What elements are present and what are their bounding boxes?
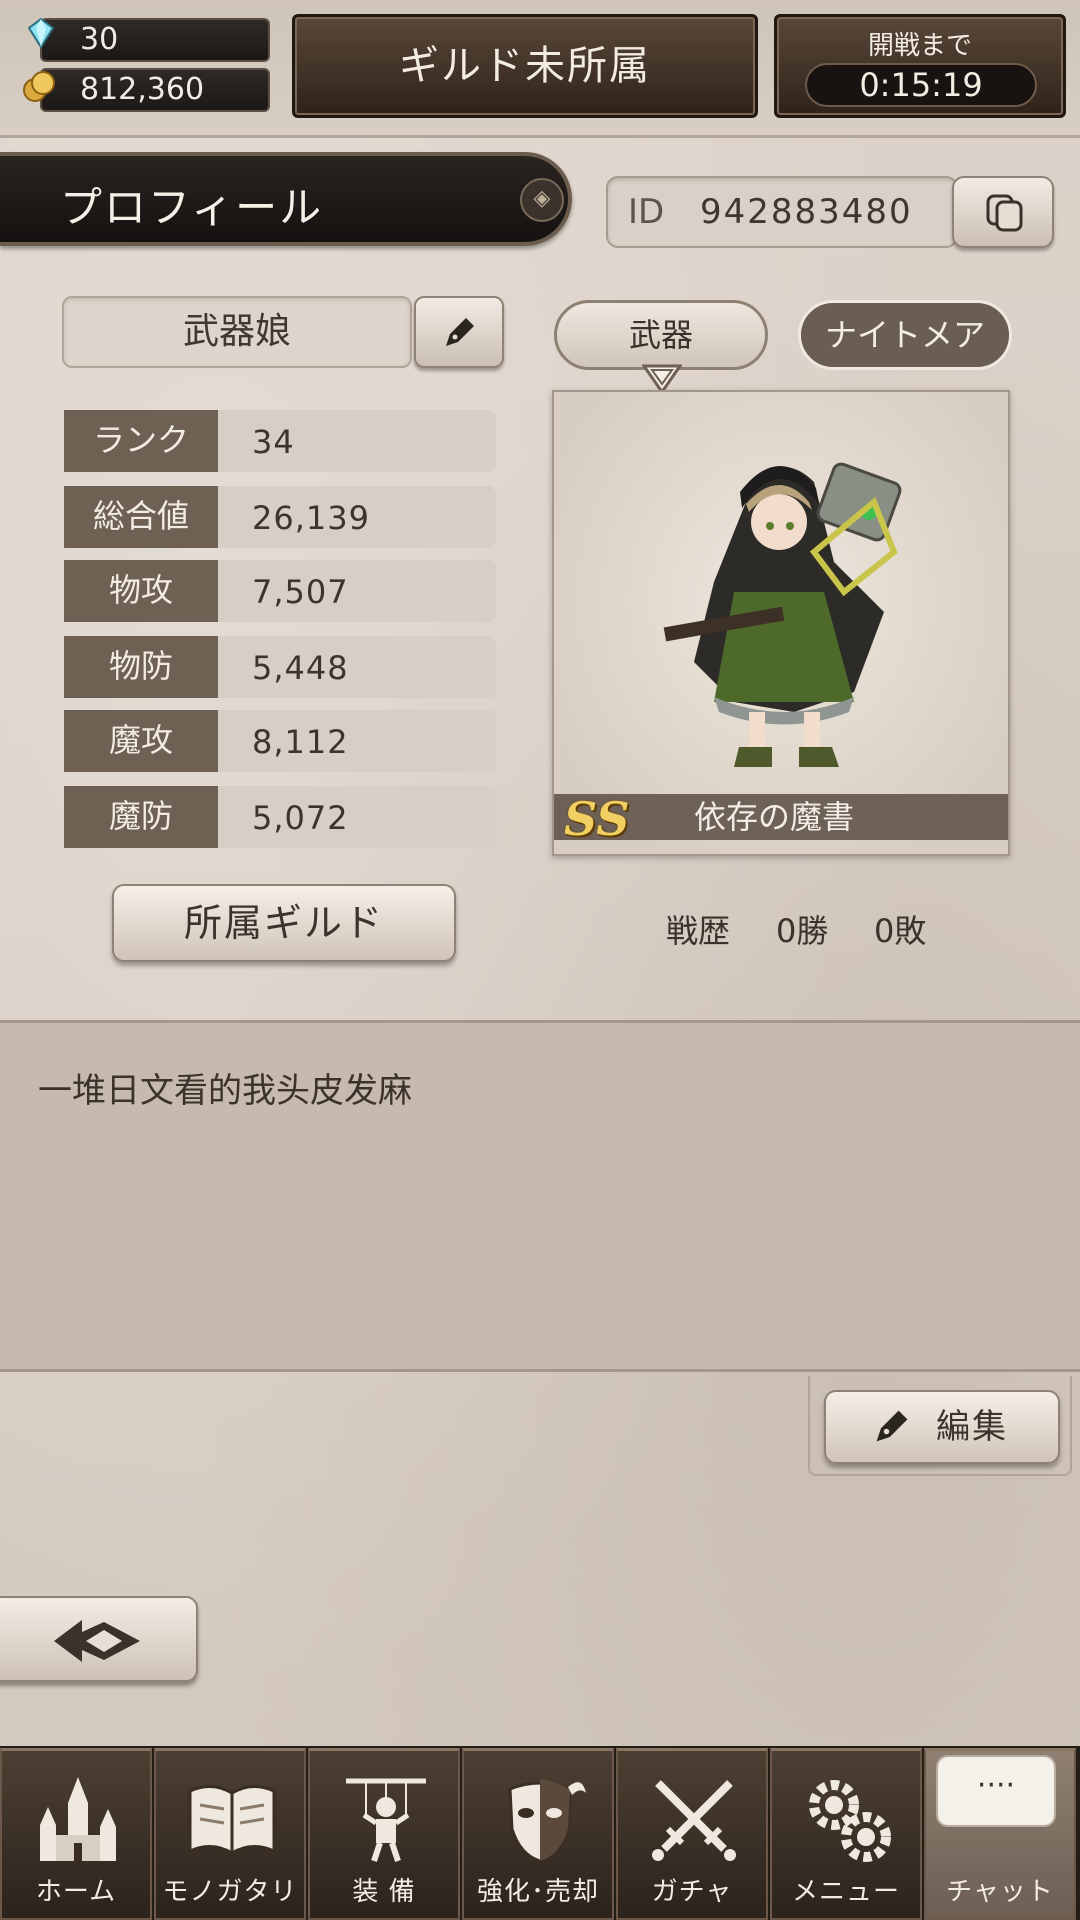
gem-counter: 30 bbox=[40, 18, 270, 62]
battle-countdown-timer: 0:15:19 bbox=[805, 63, 1037, 107]
stat-row-rank: ランク 34 bbox=[64, 410, 496, 472]
tab-weapon[interactable]: 武器 bbox=[554, 300, 768, 370]
nav-story[interactable]: モノガタリ bbox=[154, 1748, 306, 1920]
stat-row-total: 総合値 26,139 bbox=[64, 486, 496, 548]
mask-icon bbox=[508, 1779, 586, 1863]
guild-status-label: ギルド未所属 bbox=[399, 43, 651, 89]
stat-label: 物攻 bbox=[64, 560, 218, 622]
stat-row-phys-def: 物防 5,448 bbox=[64, 636, 496, 698]
profile-comment-panel: 一堆日文看的我头皮发麻 bbox=[0, 1020, 1080, 1372]
copy-id-button[interactable] bbox=[952, 176, 1054, 248]
copy-icon bbox=[986, 194, 1023, 232]
nav-equipment[interactable]: 装 備 bbox=[308, 1748, 460, 1920]
castle-icon bbox=[40, 1777, 116, 1861]
pen-icon bbox=[446, 318, 474, 346]
stat-row-mag-def: 魔防 5,072 bbox=[64, 786, 496, 848]
player-id-label: ID bbox=[628, 192, 665, 232]
swords-icon bbox=[652, 1780, 736, 1861]
player-id-field: ID 942883480 bbox=[606, 176, 958, 248]
battle-record-wins: 0勝 bbox=[776, 912, 829, 950]
stat-label: 魔防 bbox=[64, 786, 218, 848]
nav-label: ガチャ bbox=[651, 1877, 733, 1907]
coin-icon bbox=[23, 71, 55, 102]
stat-label: 魔攻 bbox=[64, 710, 218, 772]
battle-record: 戦歴 0勝 0敗 bbox=[600, 906, 1020, 962]
tab-nightmare[interactable]: ナイトメア bbox=[798, 300, 1012, 370]
stat-label: 総合値 bbox=[64, 486, 218, 548]
nav-label: ホーム bbox=[35, 1877, 117, 1907]
battle-countdown: 開戦まで 0:15:19 bbox=[774, 14, 1066, 118]
stat-value: 5,072 bbox=[218, 786, 496, 848]
rarity-badge: SS bbox=[564, 792, 630, 846]
profile-banner: プロフィール ◈ bbox=[0, 152, 572, 246]
nav-menu[interactable]: メニュー bbox=[770, 1748, 922, 1920]
player-id-value: 942883480 bbox=[700, 192, 913, 232]
stat-value: 5,448 bbox=[218, 636, 496, 698]
stat-value: 8,112 bbox=[218, 710, 496, 772]
nav-label: チャット bbox=[946, 1877, 1054, 1907]
stat-value: 34 bbox=[218, 410, 496, 472]
affiliated-guild-button[interactable]: 所属ギルド bbox=[112, 884, 456, 962]
ornament-icon: ◈ bbox=[520, 178, 564, 222]
back-arrow-icon bbox=[54, 1620, 140, 1662]
pen-icon bbox=[876, 1410, 908, 1442]
nav-home[interactable]: ホーム bbox=[0, 1748, 152, 1920]
stat-label: ランク bbox=[64, 410, 218, 472]
coin-count: 812,360 bbox=[80, 72, 205, 107]
gem-count: 30 bbox=[80, 22, 119, 57]
nav-label: モノガタリ bbox=[162, 1877, 298, 1907]
stat-value: 7,507 bbox=[218, 560, 496, 622]
battle-countdown-label: 開戦まで bbox=[867, 31, 972, 61]
chat-icon: ···· bbox=[936, 1755, 1056, 1827]
book-icon bbox=[188, 1785, 276, 1855]
stat-value: 26,139 bbox=[218, 486, 496, 548]
back-button[interactable] bbox=[0, 1596, 198, 1682]
weapon-character-image bbox=[663, 462, 902, 767]
stat-row-mag-atk: 魔攻 8,112 bbox=[64, 710, 496, 772]
weapon-card[interactable]: 依存の魔書 SS bbox=[552, 390, 1010, 856]
nav-label: 強化･売却 bbox=[476, 1877, 599, 1907]
edit-name-button[interactable] bbox=[414, 296, 504, 368]
stat-label: 物防 bbox=[64, 636, 218, 698]
gears-icon bbox=[809, 1780, 891, 1862]
coin-counter: 812,360 bbox=[40, 68, 270, 112]
edit-comment-button[interactable]: 編集 bbox=[824, 1390, 1060, 1464]
nav-upgrade-sell[interactable]: 強化･売却 bbox=[462, 1748, 614, 1920]
nav-label: メニュー bbox=[791, 1877, 900, 1907]
battle-record-label: 戦歴 bbox=[666, 912, 731, 950]
player-name: 武器娘 bbox=[62, 296, 412, 368]
nav-chat[interactable]: ···· チャット bbox=[924, 1748, 1076, 1920]
guild-status-button[interactable]: ギルド未所属 bbox=[292, 14, 758, 118]
stat-row-phys-atk: 物攻 7,507 bbox=[64, 560, 496, 622]
page-title: プロフィール bbox=[60, 183, 324, 232]
puppet-icon bbox=[346, 1778, 426, 1862]
nav-label: 装 備 bbox=[352, 1877, 416, 1907]
gem-icon bbox=[28, 18, 54, 48]
profile-comment: 一堆日文看的我头皮发麻 bbox=[38, 1071, 412, 1111]
nav-gacha[interactable]: ガチャ bbox=[616, 1748, 768, 1920]
battle-record-losses: 0敗 bbox=[874, 912, 927, 950]
